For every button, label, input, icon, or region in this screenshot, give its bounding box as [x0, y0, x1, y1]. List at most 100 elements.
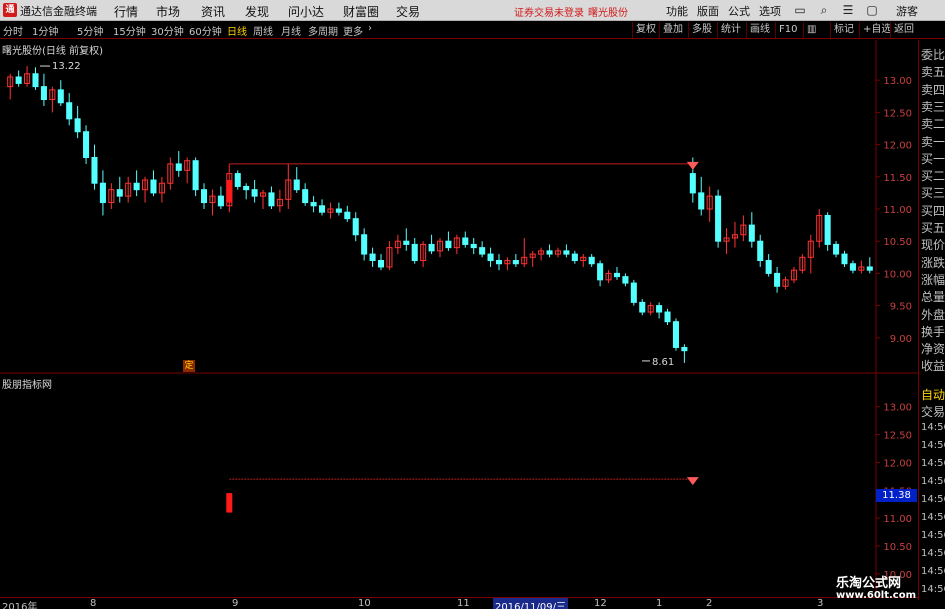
button-f10[interactable]: F10: [775, 22, 800, 38]
candle-body: [689, 173, 696, 194]
period-1min[interactable]: 1分钟: [32, 23, 58, 38]
date-axis: 2016年 8 9 10 11 2016/11/09/三 12 1 2 3: [0, 597, 918, 609]
watermark-url: www.60lt.com: [836, 590, 917, 601]
side-label: 净资: [921, 342, 945, 357]
period-60min[interactable]: 60分钟: [189, 23, 222, 38]
button-diejia[interactable]: 叠加: [659, 22, 686, 38]
menu-faxian[interactable]: 发现: [245, 3, 269, 20]
side-label: 现价: [921, 238, 945, 253]
menu-xuanxiang[interactable]: 选项: [759, 3, 781, 19]
candle-body: [150, 179, 157, 194]
period-more[interactable]: 更多: [343, 23, 363, 38]
candle-body: [310, 202, 317, 207]
candle-body: [335, 208, 342, 213]
button-tongji[interactable]: 统计: [717, 22, 744, 38]
candle-body: [588, 256, 595, 265]
menu-jiaoyi[interactable]: 交易: [396, 3, 420, 20]
candle-body: [268, 192, 275, 207]
period-monthly[interactable]: 月线: [281, 23, 301, 38]
menu-banmian[interactable]: 版面: [697, 3, 719, 19]
period-multi[interactable]: 多周期: [308, 23, 338, 38]
lock-icon[interactable]: ▢: [864, 3, 880, 18]
candle-body: [512, 260, 519, 265]
period-fenshi[interactable]: 分时: [3, 23, 23, 38]
date-cursor-label: 2016/11/09/三: [493, 598, 569, 609]
candle-body: [824, 214, 831, 245]
period-30min[interactable]: 30分钟: [151, 23, 184, 38]
button-biaoji[interactable]: 标记: [830, 22, 857, 38]
period-toolbar: 分时 1分钟 5分钟 15分钟 30分钟 60分钟 日线 周线 月线 多周期 更…: [0, 22, 945, 39]
axis-tick-label: 10.50: [883, 237, 912, 248]
ding-marker[interactable]: 定: [183, 360, 195, 372]
trade-time: 14:56: [921, 530, 945, 541]
candle-body: [681, 346, 688, 352]
title-bar: 通 通达信金融终端 行情 市场 资讯 发现 问小达 财富圈 交易 证券交易未登录…: [0, 0, 945, 21]
axis-tick-label: 11.50: [883, 173, 912, 184]
side-label: 买五: [921, 221, 945, 235]
candle-body: [116, 189, 123, 197]
monitor-icon[interactable]: ▭: [792, 3, 808, 18]
chat-icon[interactable]: ☰: [840, 3, 856, 18]
axis-tick-label: 10.00: [883, 269, 912, 280]
candle-body: [664, 311, 671, 323]
candlestick-chart[interactable]: 13.00 12.50 12.00 11.50 11.00 10.50 10.00 9.50 9…: [0, 40, 918, 597]
candle-body: [15, 76, 22, 84]
candle-body: [293, 179, 300, 191]
signal-bar: [226, 180, 233, 203]
menu-caifuquan[interactable]: 财富圈: [343, 3, 379, 20]
button-huaxian[interactable]: 画线: [746, 22, 773, 38]
candle-body: [833, 243, 840, 255]
trade-time: 14:56: [921, 476, 945, 487]
chart-type-icon[interactable]: ▥: [803, 22, 819, 38]
trade-login-warning[interactable]: 证券交易未登录: [514, 4, 584, 19]
watermark-name: 乐淘公式网: [836, 576, 902, 591]
menu-wenxiaoda[interactable]: 问小达: [288, 3, 324, 20]
trade-time: 14:56: [921, 494, 945, 505]
date-label: 8: [90, 598, 97, 609]
menu-gongneng[interactable]: 功能: [666, 3, 688, 19]
period-weekly[interactable]: 周线: [253, 23, 273, 38]
candle-body: [99, 182, 106, 204]
trade-time: 14:56: [921, 584, 945, 595]
candle-body: [428, 243, 435, 252]
candle-body: [234, 173, 241, 187]
menu-hangqing[interactable]: 行情: [114, 3, 138, 20]
candle-body: [571, 253, 578, 262]
user-guest[interactable]: 游客: [896, 3, 918, 19]
search-icon[interactable]: ⌕: [816, 3, 832, 18]
chevron-right-icon[interactable]: ›: [368, 23, 372, 34]
menu-shichang[interactable]: 市场: [156, 3, 180, 20]
candle-body: [175, 163, 182, 171]
button-duogu[interactable]: 多股: [688, 22, 715, 38]
candle-body: [613, 272, 620, 278]
candle-body: [133, 182, 140, 191]
candle-body: [849, 263, 856, 271]
indicator-axis-label: 10.50: [883, 542, 912, 553]
side-label: 卖四: [921, 82, 945, 97]
menu-zixun[interactable]: 资讯: [201, 3, 225, 20]
side-label: 买二: [921, 169, 945, 184]
period-15min[interactable]: 15分钟: [113, 23, 146, 38]
candle-body: [462, 237, 469, 245]
menu-gongshi[interactable]: 公式: [728, 3, 750, 19]
candle-body: [83, 131, 90, 158]
axis-tick-label: 12.00: [883, 141, 912, 152]
quote-side-panel: 委比 卖五 卖四 卖三 卖二 卖一 买一 买二 买三 买四 买五 现价 涨跌 涨幅 总量 外盘 换手 净资 收益 自动…: [918, 40, 945, 600]
axis-tick-label: 9.50: [890, 302, 912, 313]
date-label: 2016年: [2, 602, 38, 609]
button-fuquan[interactable]: 复权: [632, 22, 659, 38]
side-label: 外盘: [921, 307, 945, 322]
side-label: 收益: [921, 359, 945, 374]
side-label: 委比: [921, 48, 945, 62]
period-daily[interactable]: 日线: [227, 23, 247, 38]
button-back[interactable]: 返回: [890, 22, 917, 38]
period-5min[interactable]: 5分钟: [77, 23, 103, 38]
candle-body: [40, 86, 47, 101]
candle-body: [487, 253, 494, 262]
axis-tick-label: 13.00: [883, 76, 912, 87]
trade-time: 14:56: [921, 422, 945, 433]
auto-toggle[interactable]: 自动: [921, 386, 945, 403]
current-stock-name: 曙光股份: [588, 8, 628, 19]
axis-tick-label: 11.00: [883, 205, 912, 216]
side-label: 涨跌: [921, 255, 945, 270]
